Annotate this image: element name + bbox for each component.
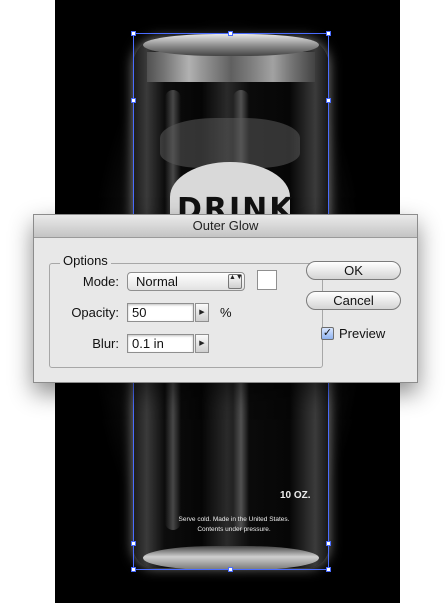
preview-checkbox[interactable]: ✓	[321, 327, 334, 340]
selection-handle[interactable]	[131, 567, 136, 572]
selection-handle[interactable]	[326, 98, 331, 103]
opacity-unit: %	[220, 305, 232, 320]
blur-label: Blur:	[92, 336, 119, 351]
mode-label: Mode:	[82, 274, 119, 289]
mode-select[interactable]: Normal ▲▼	[127, 272, 245, 291]
preview-label[interactable]: Preview	[339, 326, 385, 341]
selection-handle[interactable]	[131, 31, 136, 36]
blur-slider-arrow-icon[interactable]: ▶	[195, 334, 209, 353]
opacity-slider-arrow-icon[interactable]: ▶	[195, 303, 209, 322]
selection-handle[interactable]	[228, 567, 233, 572]
mode-value: Normal	[136, 274, 178, 289]
ok-button[interactable]: OK	[306, 261, 401, 280]
dialog-title[interactable]: Outer Glow	[34, 215, 417, 238]
opacity-input[interactable]: 50	[127, 303, 194, 322]
selection-handle[interactable]	[228, 31, 233, 36]
selection-handle[interactable]	[131, 541, 136, 546]
options-label: Options	[60, 253, 111, 268]
outer-glow-dialog: Outer Glow Options Mode: Normal ▲▼ Opaci…	[33, 214, 418, 383]
selection-handle[interactable]	[326, 31, 331, 36]
cancel-button[interactable]: Cancel	[306, 291, 401, 310]
glow-color-swatch[interactable]	[257, 270, 277, 290]
chevron-updown-icon[interactable]: ▲▼	[228, 274, 243, 289]
blur-input[interactable]: 0.1 in	[127, 334, 194, 353]
selection-handle[interactable]	[326, 541, 331, 546]
selection-handle[interactable]	[131, 98, 136, 103]
opacity-label: Opacity:	[71, 305, 119, 320]
selection-handle[interactable]	[326, 567, 331, 572]
